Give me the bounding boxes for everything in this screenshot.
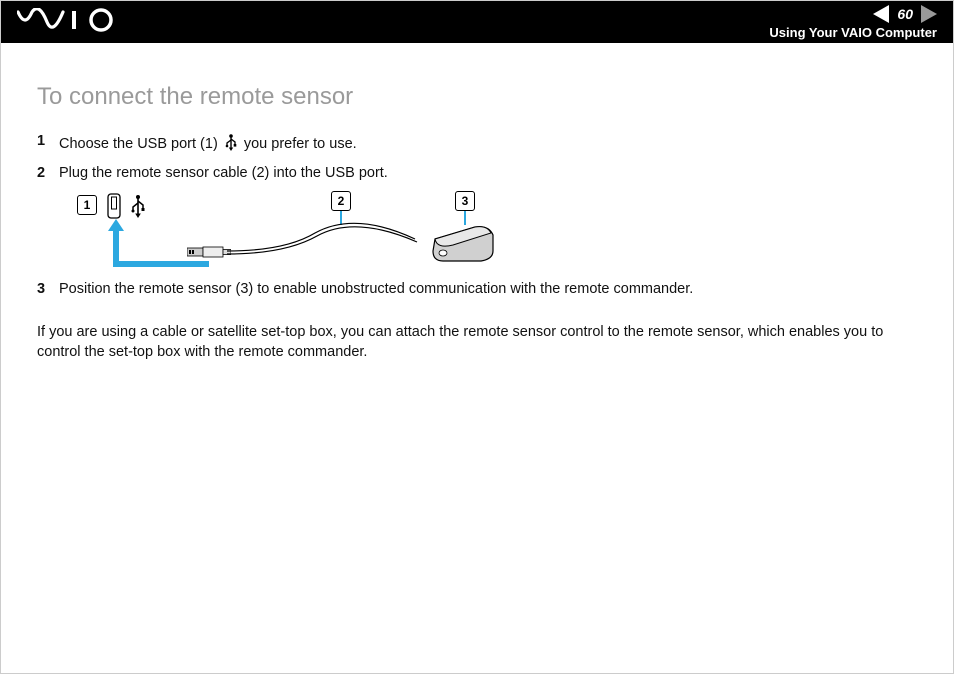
step-3: 3 Position the remote sensor (3) to enab… <box>37 281 925 297</box>
header-bar: 60 Using Your VAIO Computer <box>1 1 953 43</box>
callout-1: 1 <box>77 195 97 215</box>
step-number: 1 <box>37 133 59 149</box>
note-paragraph: If you are using a cable or satellite se… <box>37 323 925 362</box>
step-text: Choose the USB port (1) you prefer <box>59 133 925 155</box>
document-page: 60 Using Your VAIO Computer To connect t… <box>0 0 954 674</box>
step-text: Position the remote sensor (3) to enable… <box>59 281 925 297</box>
callout-2: 2 <box>331 191 351 211</box>
page-navigator: 60 <box>873 5 937 23</box>
step-2: 2 Plug the remote sensor cable (2) into … <box>37 165 925 181</box>
step-number: 3 <box>37 281 59 297</box>
next-page-button[interactable] <box>921 5 937 23</box>
header-right: 60 Using Your VAIO Computer <box>769 5 937 40</box>
step-list: 1 Choose the USB port (1) <box>37 133 925 181</box>
vaio-logo <box>17 8 127 37</box>
cable-icon <box>225 221 435 266</box>
remote-sensor-icon <box>429 221 499 270</box>
page-number: 60 <box>891 6 919 22</box>
step-number: 2 <box>37 165 59 181</box>
step-text-part: you prefer to use. <box>244 136 357 152</box>
step-text: Plug the remote sensor cable (2) into th… <box>59 165 925 181</box>
step-text-part: Choose the USB port (1) <box>59 136 222 152</box>
page-body: To connect the remote sensor 1 Choose th… <box>1 43 953 362</box>
connection-diagram: 1 2 3 <box>77 191 497 271</box>
step-1: 1 Choose the USB port (1) <box>37 133 925 155</box>
step-list-cont: 3 Position the remote sensor (3) to enab… <box>37 281 925 297</box>
usb-icon <box>224 133 238 155</box>
usb-symbol-icon <box>129 194 147 223</box>
prev-page-button[interactable] <box>873 5 889 23</box>
callout-3: 3 <box>455 191 475 211</box>
page-title: To connect the remote sensor <box>37 83 925 111</box>
section-title: Using Your VAIO Computer <box>769 25 937 40</box>
